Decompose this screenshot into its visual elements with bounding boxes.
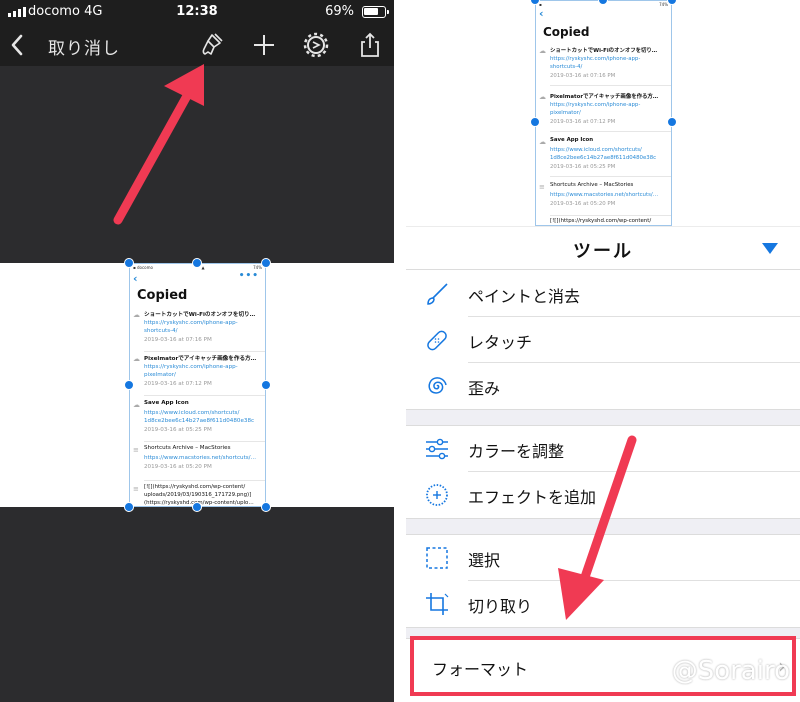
mini-list-item: ☁ Save App Icon https://www.icloud.com/s…: [536, 137, 671, 181]
mini-more-icon: •••: [238, 271, 259, 281]
mini-text-icon: ≡: [133, 446, 139, 454]
mini-title: Copied: [543, 25, 590, 39]
battery-icon: [362, 6, 389, 18]
mini-list-item: [![](https://ryskyshd.com/wp-content/: [550, 218, 652, 224]
mini-list-item: ☁ Pixelmatorでアイキャッチ画像を作る方… https://rysky…: [536, 92, 671, 136]
resize-handle[interactable]: [261, 258, 271, 268]
mini-link-icon: ☁: [539, 47, 546, 55]
resize-handle[interactable]: [124, 258, 134, 268]
resize-handle[interactable]: [192, 502, 202, 512]
left-canvas-image[interactable]: ▪ docomo ▲ 74% ‹ ••• Copied ☁ ショートカットでWi-F…: [129, 263, 266, 507]
sliders-icon: [426, 438, 448, 460]
effects-icon: [426, 484, 448, 506]
right-panel: ▪ 74% ‹ Copied ☁ ショートカットでWi-Fiのオンオフを切り… h…: [406, 0, 800, 702]
mini-link-icon: ☁: [133, 311, 140, 319]
crop-icon: [426, 593, 449, 615]
annotation-arrow: [558, 435, 637, 620]
resize-handle[interactable]: [124, 380, 134, 390]
settings-gear-icon[interactable]: [302, 31, 330, 59]
selection-icon: [426, 547, 448, 569]
annotation-arrow: [113, 64, 204, 225]
left-panel: docomo 4G 12:38 69% 取り消し ▪ docomo ▲ 74% …: [0, 0, 394, 702]
add-icon[interactable]: [250, 31, 278, 59]
mini-list-item: ☁ Pixelmatorでアイキャッチ画像を作る方… https://rysky…: [130, 354, 265, 400]
mini-list-item: ☁ ショートカットでWi-Fiのオンオフを切り… https://ryskysh…: [536, 46, 671, 90]
mini-list-item: ☁ Save App Icon https://www.icloud.com/s…: [130, 400, 265, 446]
group-separator: [406, 409, 800, 426]
tools-sheet-header: ツール: [406, 226, 800, 270]
mini-title: Copied: [137, 288, 188, 303]
mini-list-item: ☁ ショートカットでWi-Fiのオンオフを切り… https://ryskysh…: [130, 310, 265, 356]
resize-handle[interactable]: [192, 258, 202, 268]
mini-list-item: ≡ Shortcuts Archive – MacStories https:/…: [130, 445, 265, 485]
mini-back-icon: ‹: [133, 272, 138, 285]
mini-link-icon: ☁: [539, 138, 546, 146]
resize-handle[interactable]: [124, 502, 134, 512]
menu-item-retouch[interactable]: レタッチ: [406, 317, 800, 363]
mini-link-icon: ☁: [133, 401, 140, 409]
mini-link-icon: ☁: [133, 355, 140, 363]
bandage-icon: [427, 330, 447, 351]
resize-handle[interactable]: [261, 502, 271, 512]
back-chevron-icon[interactable]: [6, 30, 30, 60]
right-canvas-image[interactable]: ▪ 74% ‹ Copied ☁ ショートカットでWi-Fiのオンオフを切り… h…: [535, 0, 672, 226]
resize-handle[interactable]: [667, 117, 677, 127]
swirl-icon: [428, 377, 447, 394]
resize-handle[interactable]: [261, 380, 271, 390]
menu-item-distort[interactable]: 歪み: [406, 363, 800, 409]
mini-back-icon: ‹: [539, 7, 544, 20]
menu-item-paint-erase[interactable]: ペイントと消去: [406, 271, 800, 317]
status-bar: docomo 4G 12:38 69%: [0, 0, 394, 24]
share-icon[interactable]: [356, 31, 384, 59]
mini-text-icon: ≡: [133, 485, 139, 493]
paintbrush-icon: [427, 283, 448, 305]
mini-list-item: ≡ Shortcuts Archive – MacStories https:/…: [536, 182, 671, 218]
battery-percent: 69%: [325, 4, 354, 19]
tools-sheet-title: ツール: [573, 241, 633, 262]
collapse-triangle-icon[interactable]: [762, 243, 778, 254]
watermark: @Sorairo: [671, 656, 790, 686]
mini-text-icon: ≡: [539, 183, 545, 191]
mini-link-icon: ☁: [539, 93, 546, 101]
resize-handle[interactable]: [530, 117, 540, 127]
